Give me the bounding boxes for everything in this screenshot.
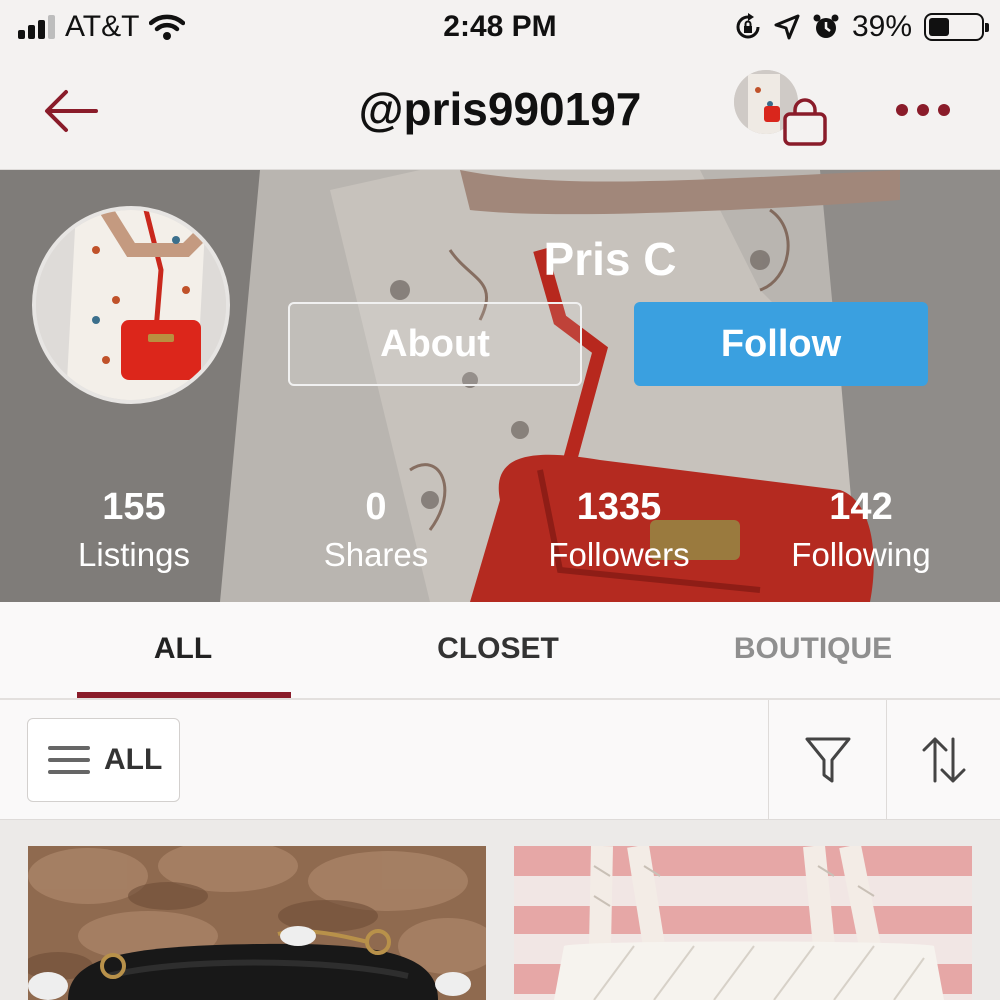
closet-tabs: ALL CLOSET BOUTIQUE — [0, 602, 1000, 700]
listing-image — [28, 846, 486, 1000]
follow-button[interactable]: Follow — [634, 302, 928, 386]
sort-button[interactable] — [886, 700, 1000, 820]
stat-value: 155 — [102, 486, 166, 528]
listing-card[interactable] — [28, 846, 486, 1000]
alarm-icon — [813, 14, 839, 38]
profile-name: Pris C — [543, 233, 677, 285]
stat-label: Listings — [78, 536, 190, 573]
location-icon — [774, 14, 800, 40]
stat-label: Following — [791, 536, 931, 573]
shopping-bag-icon[interactable] — [780, 98, 830, 148]
stat-value: 142 — [829, 486, 893, 528]
listing-image — [514, 846, 972, 1000]
stat-followers[interactable]: 1335 Followers — [499, 484, 739, 580]
stat-value: 1335 — [576, 486, 662, 528]
filter-bar: ALL — [0, 700, 1000, 820]
battery-percent: 39% — [851, 10, 912, 43]
status-right: 39% — [734, 10, 989, 44]
sort-icon — [922, 737, 965, 783]
about-button[interactable]: About — [288, 302, 582, 386]
profile-cover: Pris C About Follow 155 Listings 0 Share… — [0, 170, 1000, 602]
listing-grid — [0, 820, 1000, 1000]
page-title: @pris990197 — [358, 83, 642, 135]
stat-listings[interactable]: 155 Listings — [14, 484, 254, 580]
nav-bar: @pris990197 — [0, 56, 1000, 170]
listing-card[interactable] — [514, 846, 972, 1000]
menu-icon — [48, 746, 90, 774]
avatar-image — [36, 210, 226, 400]
status-bar: AT&T 2:48 PM 39% — [0, 0, 1000, 56]
rotation-lock-icon — [736, 13, 760, 39]
category-dropdown[interactable]: ALL — [27, 718, 180, 802]
stat-label: Shares — [323, 536, 429, 573]
tab-all[interactable]: ALL — [33, 632, 333, 666]
filter-button[interactable] — [768, 700, 886, 820]
stat-value: 0 — [365, 486, 387, 528]
stat-shares[interactable]: 0 Shares — [256, 484, 496, 580]
filter-icon — [805, 737, 850, 783]
stat-following[interactable]: 142 Following — [741, 484, 981, 580]
stat-label: Followers — [548, 536, 690, 573]
battery-icon — [924, 13, 989, 41]
tab-closet[interactable]: CLOSET — [348, 632, 648, 666]
tab-boutique[interactable]: BOUTIQUE — [663, 632, 963, 666]
more-icon[interactable] — [896, 98, 950, 122]
profile-avatar[interactable] — [32, 206, 230, 404]
category-label: ALL — [104, 743, 163, 776]
battery-fill — [929, 18, 949, 36]
active-tab-indicator — [77, 692, 291, 698]
